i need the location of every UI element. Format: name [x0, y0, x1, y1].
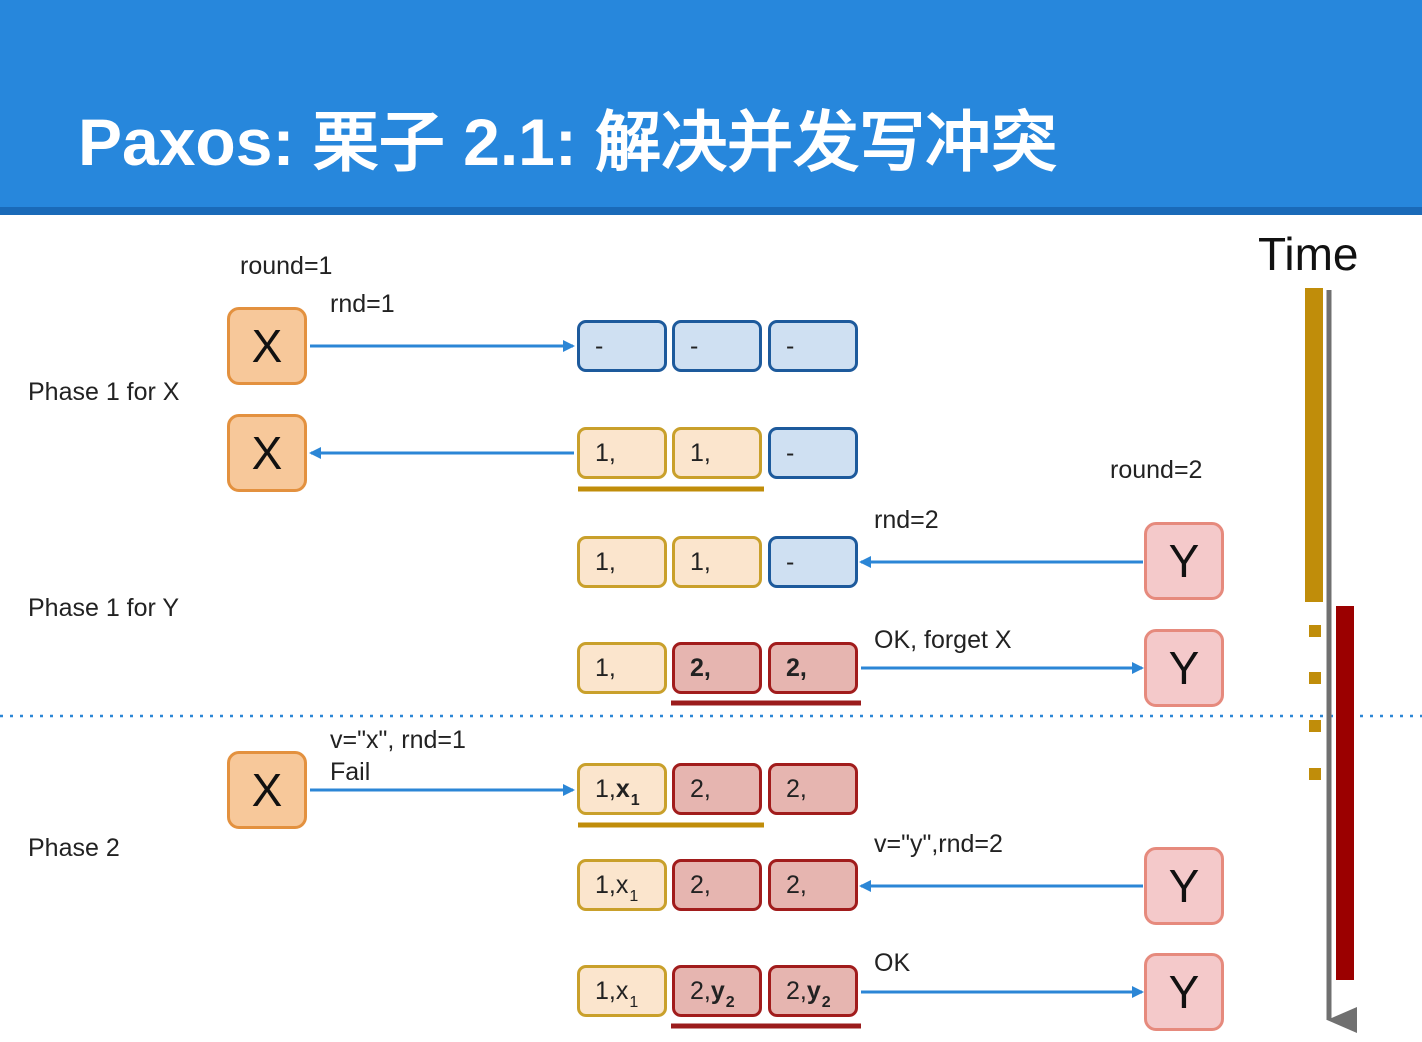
- round1-dotted-bar: [1309, 625, 1321, 637]
- round1-dotted-bar: [1309, 672, 1321, 684]
- round1-time-bar: [1305, 288, 1323, 602]
- round1-dotted-bar: [1309, 768, 1321, 780]
- diagram-overlay: [0, 288, 1422, 1033]
- round2-time-bar: [1336, 606, 1354, 980]
- round1-dotted-bar: [1309, 720, 1321, 732]
